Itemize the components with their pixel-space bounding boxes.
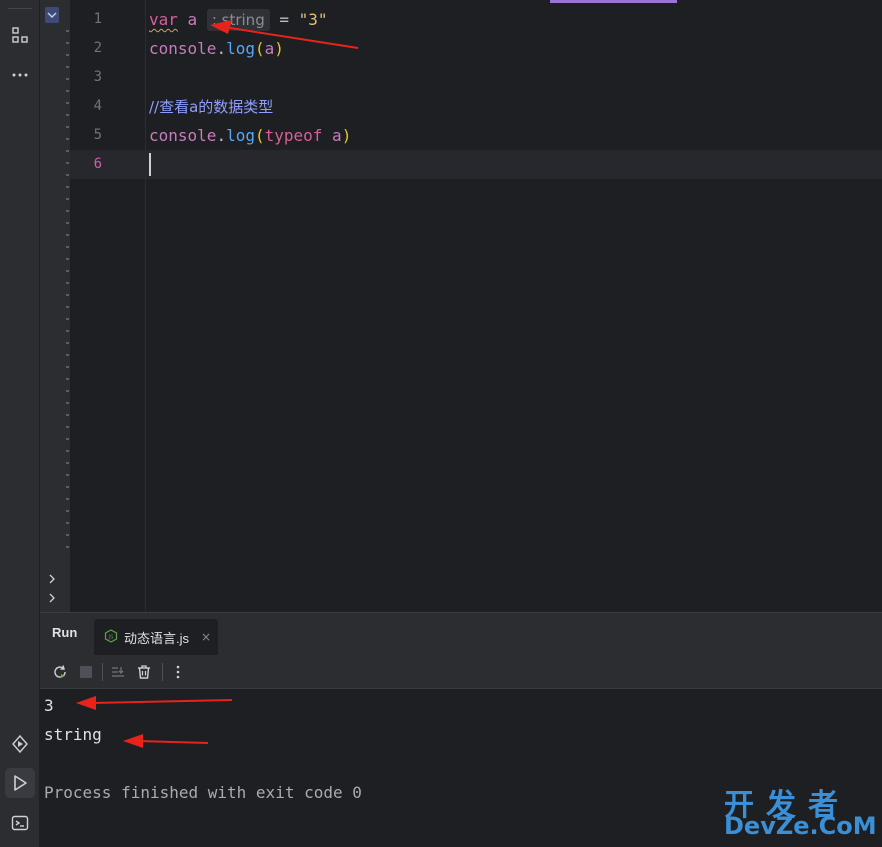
text-caret [149, 153, 151, 176]
run-tab-label: 动态语言.js [124, 630, 190, 646]
tree-expand-icon[interactable] [46, 570, 58, 584]
identifier-token: a [187, 10, 198, 29]
code-line[interactable]: 1 var a : string = "3" [70, 5, 882, 34]
string-token: "3" [298, 10, 328, 29]
line-number: 4 [93, 98, 102, 114]
line-number: 3 [93, 69, 102, 85]
code-line[interactable]: 3 [70, 63, 882, 92]
nodejs-icon: JS [104, 628, 118, 647]
line-number: 2 [93, 40, 102, 56]
more-options-icon[interactable] [168, 662, 188, 682]
console-line: 3 [44, 696, 54, 715]
toolbar-separator [102, 663, 103, 681]
code-text[interactable]: var a : string = "3" [149, 5, 328, 34]
stop-icon[interactable] [76, 662, 96, 682]
type-hint: : string [206, 9, 270, 31]
code-line[interactable]: 5 console.log(typeof a) [70, 121, 882, 150]
line-number: 5 [93, 127, 102, 143]
code-line-current[interactable]: 6 [70, 150, 882, 179]
tree-guides [66, 30, 69, 550]
rerun-icon[interactable] [50, 662, 70, 682]
method-token: log [226, 39, 255, 58]
run-tool-icon[interactable] [5, 768, 35, 798]
line-number: 6 [93, 156, 102, 172]
paren-token: ) [341, 126, 352, 145]
dot-token: . [216, 39, 227, 58]
comment-token: //查看a的数据类型 [149, 98, 274, 116]
operator-token: = [269, 10, 299, 29]
scroll-to-end-icon[interactable] [108, 662, 128, 682]
toolbar-separator [162, 663, 163, 681]
object-token: console [149, 39, 217, 58]
code-line[interactable]: 2 console.log(a) [70, 34, 882, 63]
watermark-logo: 开发者 DevZe.CoM [724, 780, 880, 842]
structure-icon[interactable] [5, 20, 35, 50]
services-icon[interactable] [5, 729, 35, 759]
run-panel-title[interactable]: Run [52, 625, 77, 640]
tree-expand-icon[interactable] [46, 589, 58, 603]
project-tree-panel [40, 0, 70, 612]
paren-token: ( [254, 126, 265, 145]
run-header: Run JS 动态语言.js × [40, 613, 882, 655]
keyword-token: typeof [264, 126, 323, 145]
run-toolbar [40, 655, 882, 689]
argument-token: a [264, 39, 275, 58]
more-icon[interactable] [5, 60, 35, 90]
method-token: log [226, 126, 255, 145]
run-config-tab[interactable]: JS 动态语言.js × [94, 619, 218, 655]
code-text[interactable]: console.log(typeof a) [149, 121, 351, 150]
paren-token: ) [274, 39, 284, 58]
code-text[interactable]: console.log(a) [149, 34, 284, 63]
terminal-icon[interactable] [5, 808, 35, 838]
dot-token: . [216, 126, 227, 145]
console-line: string [44, 725, 102, 744]
tree-collapse-icon[interactable] [45, 7, 59, 23]
code-editor[interactable]: 1 var a : string = "3" 2 console.log(a) … [70, 0, 882, 612]
trash-icon[interactable] [134, 662, 154, 682]
code-text[interactable]: //查看a的数据类型 [149, 92, 273, 121]
line-number: 1 [93, 11, 102, 27]
activity-divider [8, 8, 32, 9]
svg-text:JS: JS [108, 634, 114, 640]
close-tab-icon[interactable]: × [201, 630, 211, 644]
object-token: console [149, 126, 217, 145]
keyword-token: var [149, 10, 178, 29]
console-exit-line: Process finished with exit code 0 [44, 783, 362, 802]
editor-tab-indicator [550, 0, 677, 3]
argument-token: a [322, 126, 342, 145]
watermark-en: DevZe.CoM [724, 812, 877, 840]
activity-bar [0, 0, 40, 847]
code-line[interactable]: 4 //查看a的数据类型 [70, 92, 882, 121]
paren-token: ( [254, 39, 265, 58]
